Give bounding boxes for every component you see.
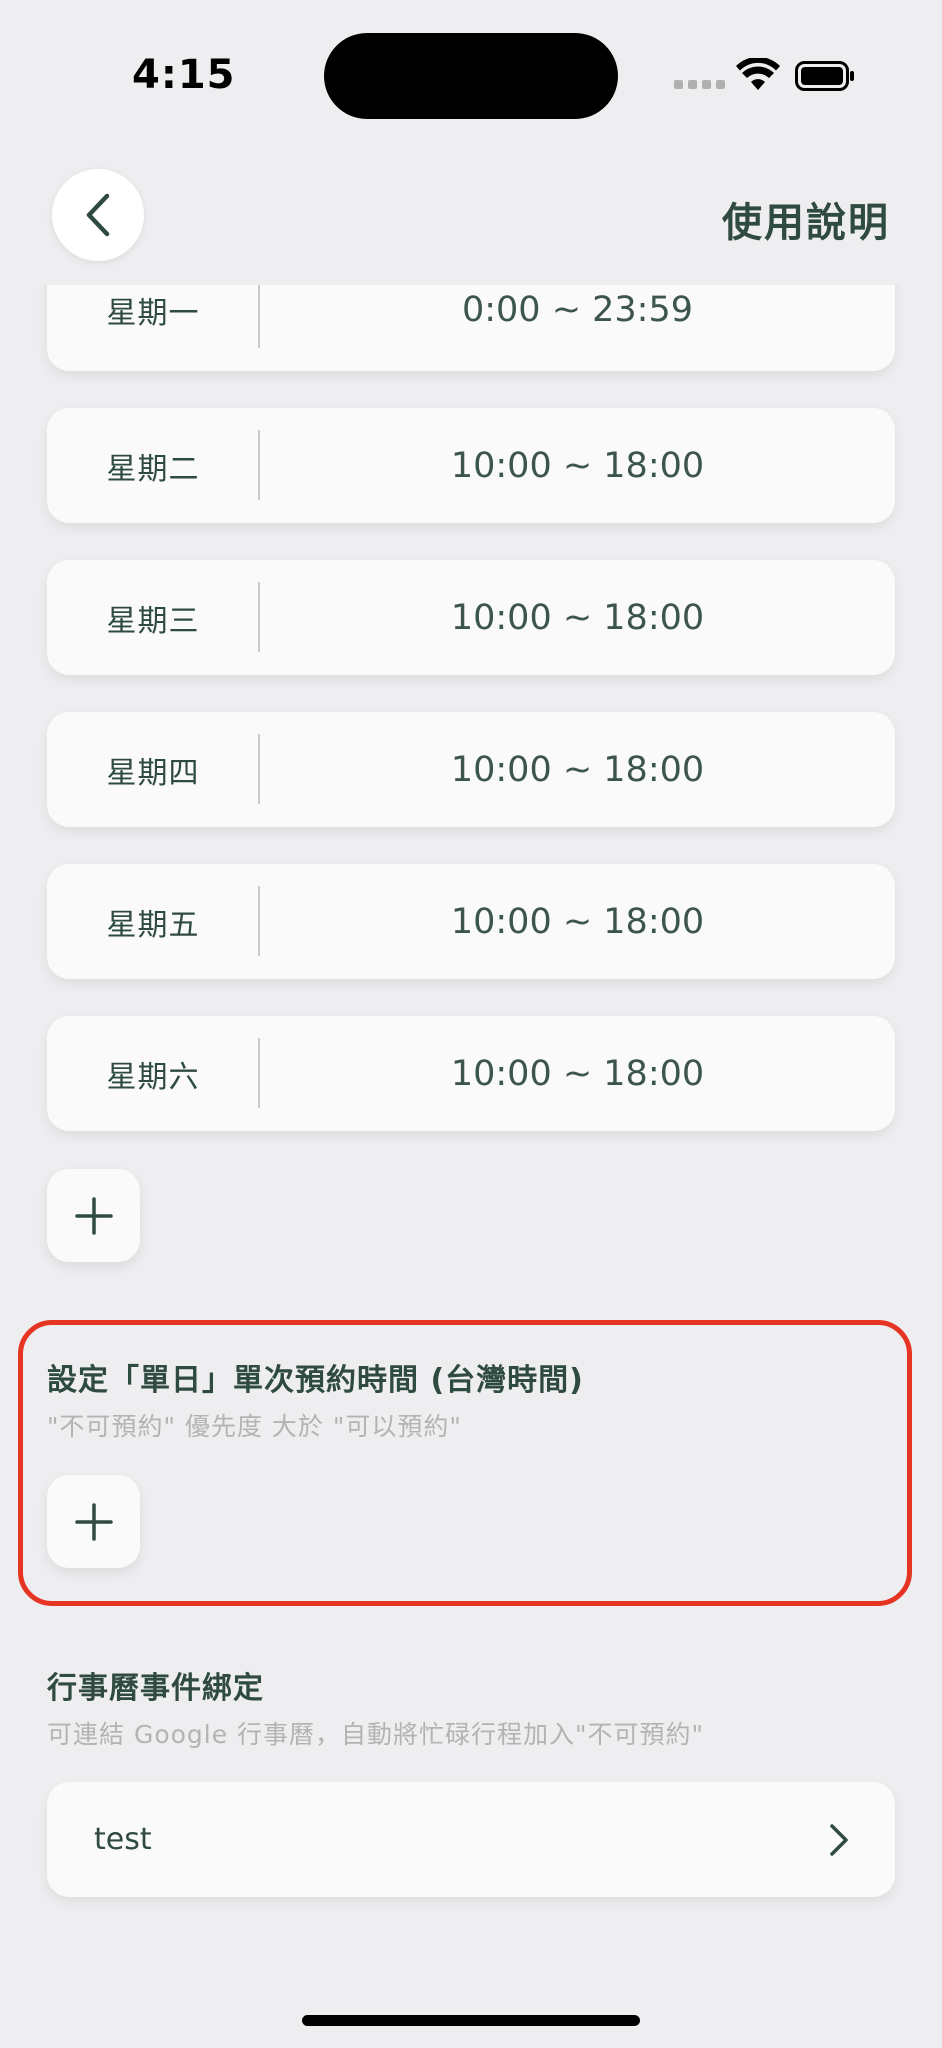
day-row-wednesday[interactable]: 星期三 10:00 ~ 18:00 [47, 560, 895, 675]
time-range[interactable]: 10:00 ~ 18:00 [260, 560, 895, 675]
single-day-section-title: 設定「單日」單次預約時間 (台灣時間) [47, 1363, 584, 1398]
calendar-section-title: 行事曆事件綁定 [47, 1671, 264, 1706]
time-range[interactable]: 10:00 ~ 18:00 [260, 1016, 895, 1131]
add-weekly-time-button[interactable] [47, 1169, 140, 1262]
chevron-right-icon [830, 1824, 848, 1856]
top-nav-bar: 使用說明 [0, 150, 942, 285]
schedule-content[interactable]: 星期一 0:00 ~ 23:59 星期二 10:00 ~ 18:00 星期三 1… [0, 0, 942, 2048]
day-label: 星期二 [106, 451, 200, 487]
day-row-saturday[interactable]: 星期六 10:00 ~ 18:00 [47, 1016, 895, 1131]
help-link[interactable]: 使用說明 [722, 190, 890, 248]
calendar-section-subtitle: 可連結 Google 行事曆，自動將忙碌行程加入"不可預約" [47, 1720, 705, 1749]
home-indicator[interactable] [302, 2015, 640, 2026]
day-label: 星期六 [106, 1059, 200, 1095]
calendar-name: test [94, 1822, 152, 1857]
back-button[interactable] [52, 169, 144, 261]
day-row-tuesday[interactable]: 星期二 10:00 ~ 18:00 [47, 408, 895, 523]
day-row-friday[interactable]: 星期五 10:00 ~ 18:00 [47, 864, 895, 979]
time-range[interactable]: 10:00 ~ 18:00 [260, 408, 895, 523]
chevron-left-icon [86, 193, 110, 237]
day-label: 星期四 [106, 755, 200, 791]
time-range[interactable]: 10:00 ~ 18:00 [260, 712, 895, 827]
day-row-thursday[interactable]: 星期四 10:00 ~ 18:00 [47, 712, 895, 827]
time-range[interactable]: 10:00 ~ 18:00 [260, 864, 895, 979]
day-label: 星期五 [106, 907, 200, 943]
calendar-binding-row[interactable]: test [47, 1782, 895, 1897]
single-day-section-subtitle: "不可預約" 優先度 大於 "可以預約" [47, 1412, 462, 1441]
day-label: 星期三 [106, 603, 200, 639]
add-single-day-time-button[interactable] [47, 1475, 140, 1568]
plus-icon [74, 1196, 113, 1235]
plus-icon [74, 1502, 113, 1541]
